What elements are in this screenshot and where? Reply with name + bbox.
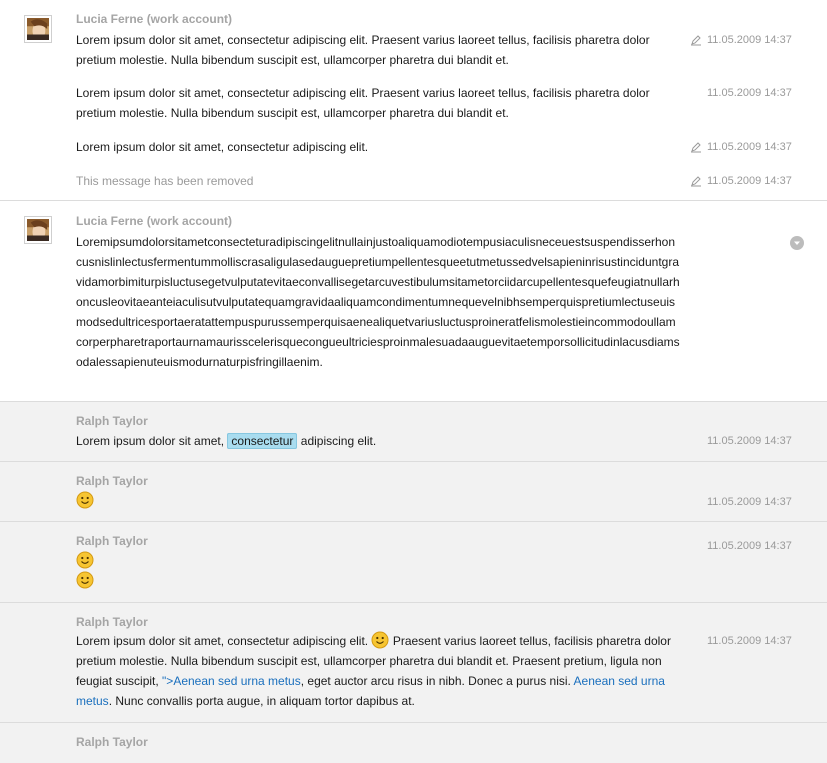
smiley-icon — [371, 631, 389, 649]
message-text — [76, 491, 680, 511]
search-highlight: consectetur — [227, 433, 298, 449]
avatar[interactable] — [24, 15, 52, 43]
avatar-image — [27, 18, 49, 40]
message-group: Ralph Taylor Lorem ipsum dolor sit amet,… — [0, 402, 827, 462]
message-text-part: . Nunc convallis porta augue, in aliquam… — [108, 694, 415, 708]
edit-icon — [691, 176, 701, 187]
message-text — [76, 551, 680, 591]
message-text-after: adipiscing elit. — [297, 434, 377, 448]
smiley-icon — [76, 551, 94, 569]
smiley-icon — [76, 571, 94, 589]
message-text: Lorem ipsum dolor sit amet, consectetur … — [76, 140, 369, 154]
edit-icon — [691, 35, 701, 46]
message-timestamp: 11.05.2009 14:37 — [707, 540, 792, 552]
message-menu-button[interactable] — [790, 236, 804, 250]
message-group: Ralph Taylor — [0, 723, 827, 763]
message-timestamp: 11.05.2009 14:37 — [707, 435, 792, 447]
message-text: Loremipsumdolorsitametconsecteturadipisc… — [76, 235, 680, 369]
avatar[interactable] — [24, 216, 52, 244]
message-text: Lorem ipsum dolor sit amet, consectetur … — [76, 86, 650, 120]
sender-name: Ralph Taylor — [76, 534, 148, 548]
message-text: Lorem ipsum dolor sit amet, consectetur … — [76, 33, 650, 67]
message-timestamp: 11.05.2009 14:37 — [707, 496, 792, 508]
edit-icon — [691, 142, 701, 153]
message-group: Ralph Taylor 11.05.2009 14:37 — [0, 462, 827, 522]
message-timestamp: 11.05.2009 14:37 — [707, 175, 792, 187]
message-text-before: Lorem ipsum dolor sit amet, — [76, 434, 228, 448]
avatar-image — [27, 219, 49, 241]
message-group: Ralph Taylor Lorem ipsum dolor sit amet,… — [0, 603, 827, 723]
message-group: Lucia Ferne (work account) Lorem ipsum d… — [0, 0, 827, 201]
sender-name: Lucia Ferne (work account) — [76, 214, 233, 228]
message-timestamp: 11.05.2009 14:37 — [707, 635, 792, 647]
message-text: Lorem ipsum dolor sit amet, consectetur … — [76, 431, 680, 451]
message-text: Lorem ipsum dolor sit amet, consectetur … — [76, 631, 680, 711]
sender-name: Ralph Taylor — [76, 615, 148, 629]
message-group: Ralph Taylor 11.05.2009 14:37 — [0, 522, 827, 603]
removed-message-notice: This message has been removed — [76, 174, 254, 188]
message-timestamp: 11.05.2009 14:37 — [707, 141, 792, 153]
sender-name: Lucia Ferne (work account) — [76, 12, 233, 26]
message-text-part: Lorem ipsum dolor sit amet, consectetur … — [76, 634, 369, 648]
smiley-icon — [76, 491, 94, 509]
message-group: Lucia Ferne (work account) Loremipsumdol… — [0, 201, 827, 402]
message-timestamp: 11.05.2009 14:37 — [707, 34, 792, 46]
sender-name: Ralph Taylor — [76, 414, 148, 428]
message-text-part: , eget auctor arcu risus in nibh. Donec … — [300, 674, 574, 688]
message-timestamp: 11.05.2009 14:37 — [707, 87, 792, 99]
sender-name: Ralph Taylor — [76, 735, 148, 749]
message-link[interactable]: ">Aenean sed urna metus — [162, 674, 301, 688]
sender-name: Ralph Taylor — [76, 474, 148, 488]
